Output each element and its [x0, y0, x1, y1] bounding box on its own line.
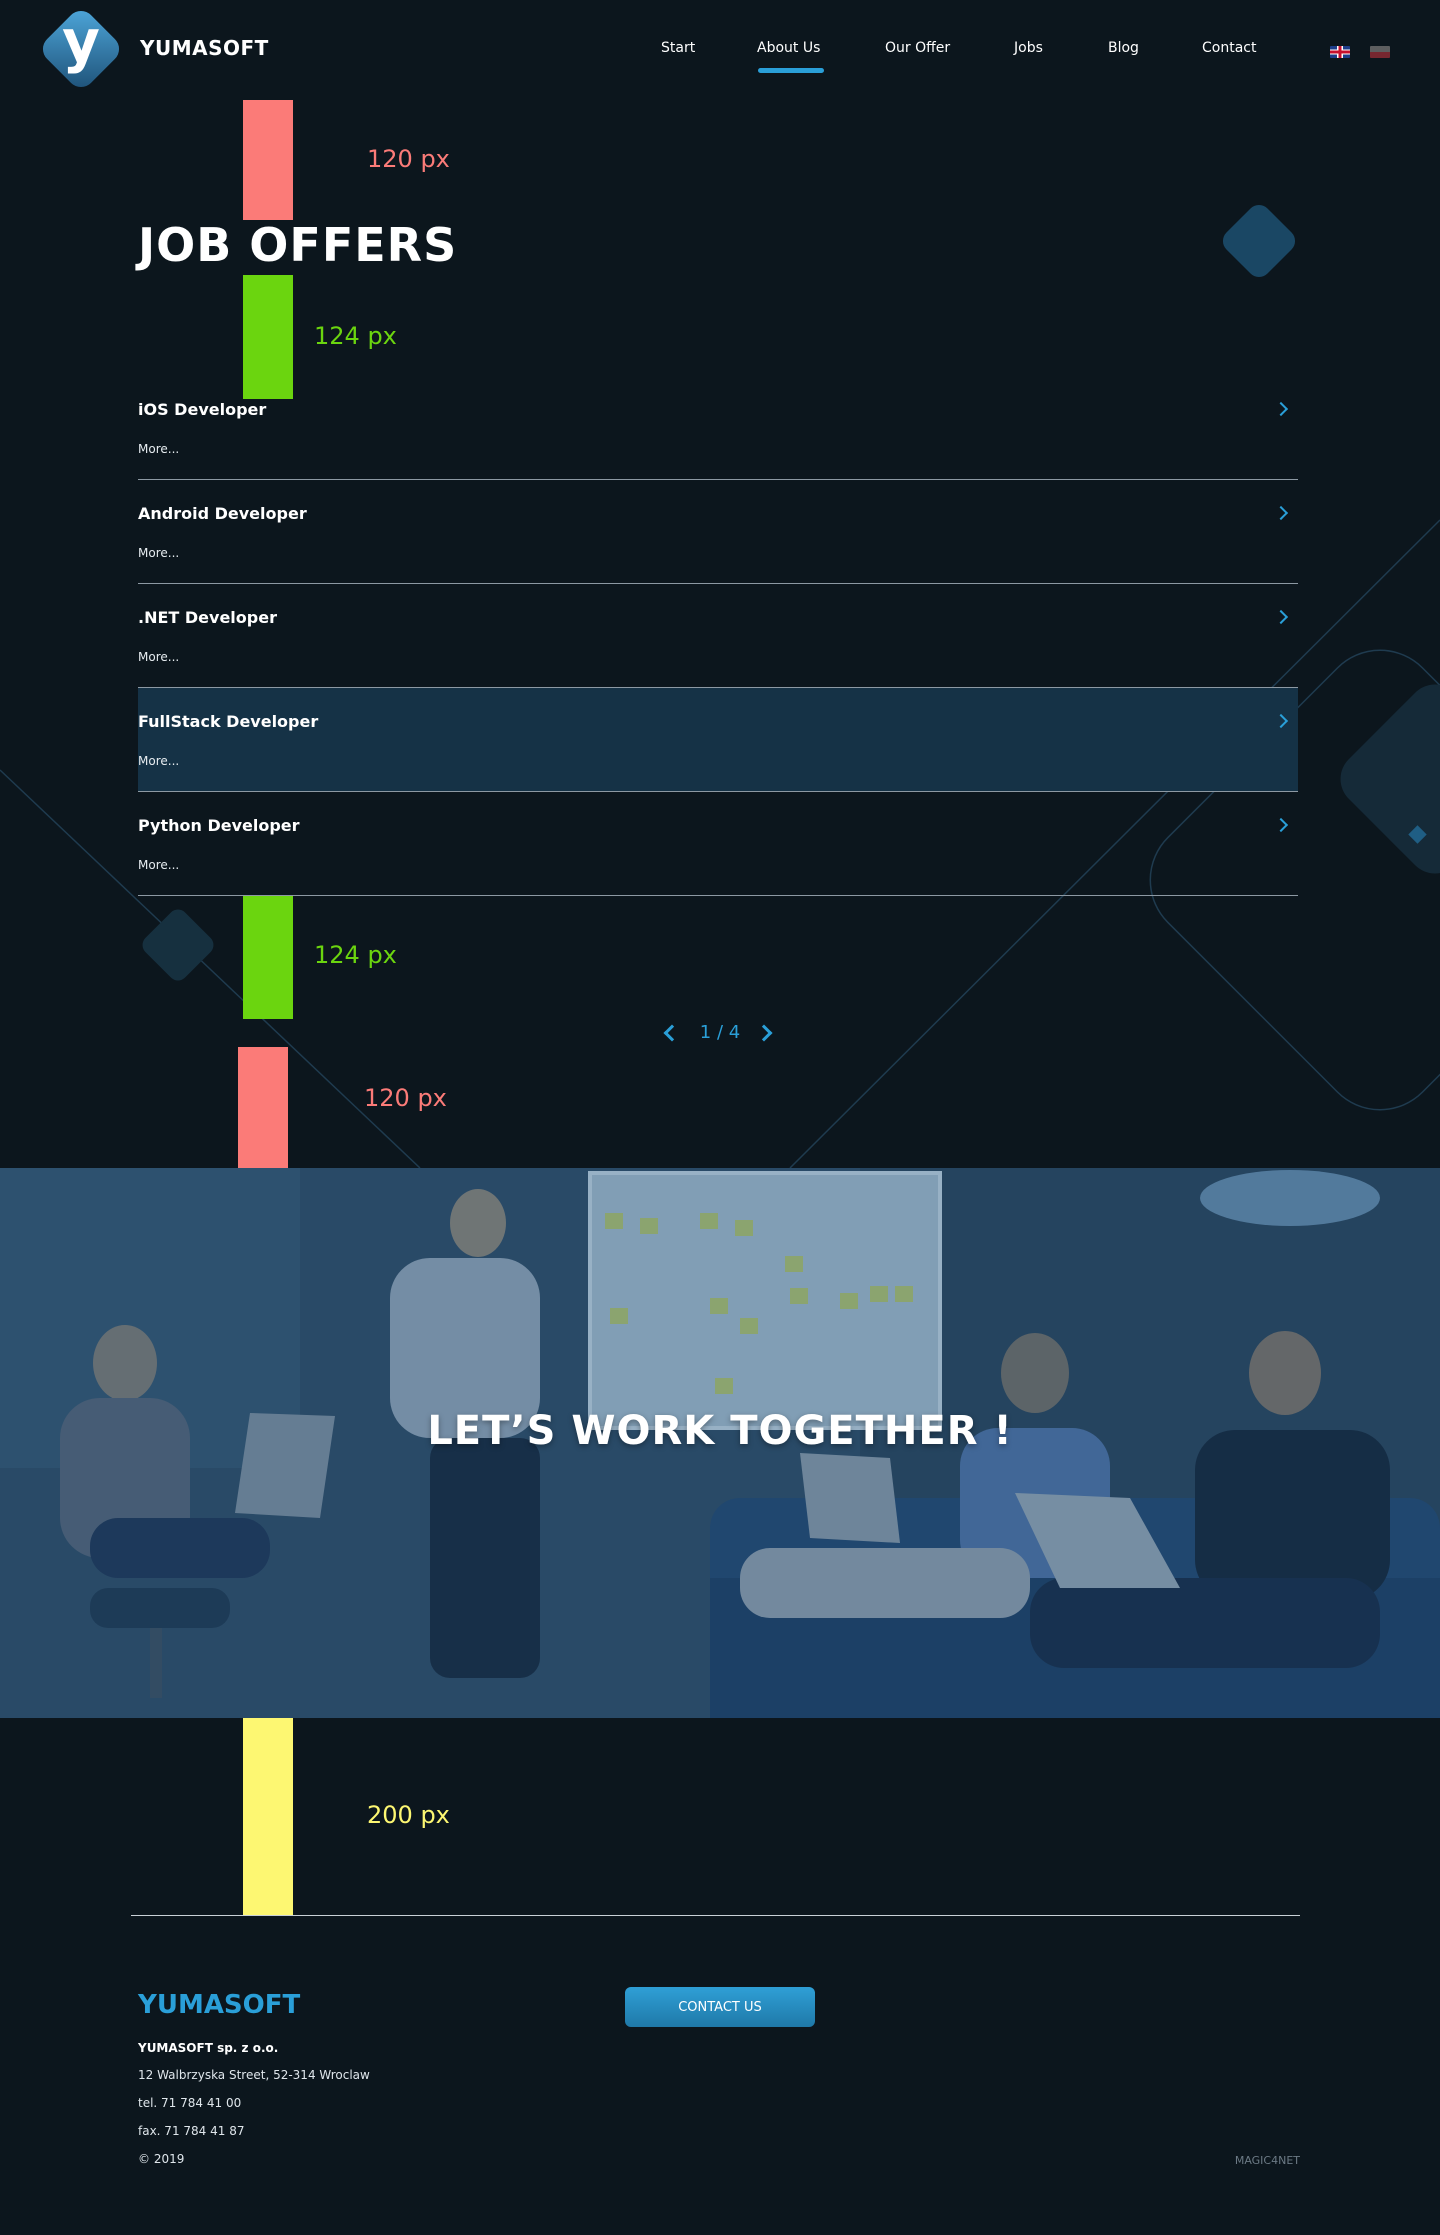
- nav-contact[interactable]: Contact: [1202, 40, 1256, 56]
- job-row-ios[interactable]: iOS Developer More...: [138, 376, 1298, 480]
- chevron-right-icon[interactable]: [1273, 401, 1289, 417]
- spacing-label-footer: 200 px: [367, 1801, 450, 1829]
- site-header: y YUMASOFT Start About Us Our Offer Jobs…: [0, 0, 1440, 100]
- footer-company-name: YUMASOFT sp. z o.o.: [138, 2041, 279, 2055]
- chevron-right-icon[interactable]: [1273, 713, 1289, 729]
- chevron-left-icon[interactable]: [663, 1024, 681, 1042]
- spacing-marker-footer: [243, 1718, 293, 1915]
- chevron-right-icon[interactable]: [1273, 505, 1289, 521]
- footer-credit-link[interactable]: MAGIC4NET: [1200, 2154, 1300, 2167]
- flag-uk-icon[interactable]: [1330, 46, 1350, 58]
- chevron-right-icon[interactable]: [1273, 609, 1289, 625]
- decor-diamond-small: [1408, 825, 1427, 844]
- job-row-android[interactable]: Android Developer More...: [138, 480, 1298, 584]
- job-more-link[interactable]: More...: [138, 546, 179, 560]
- decor-diamond-top: [1217, 199, 1301, 283]
- page-title: JOB OFFERS: [138, 218, 458, 272]
- pagination-counter: 1 / 4: [699, 1022, 741, 1043]
- footer-address: 12 Walbrzyska Street, 52-314 Wroclaw: [138, 2068, 370, 2082]
- chevron-right-icon[interactable]: [1273, 817, 1289, 833]
- job-more-link[interactable]: More...: [138, 858, 179, 872]
- team-photo-banner: LET’S WORK TOGETHER !: [0, 1168, 1440, 1718]
- job-title: Android Developer: [138, 504, 307, 523]
- chevron-right-icon[interactable]: [755, 1024, 773, 1042]
- banner-title: LET’S WORK TOGETHER !: [427, 1408, 1013, 1454]
- nav-our-offer[interactable]: Our Offer: [885, 40, 950, 56]
- job-more-link[interactable]: More...: [138, 650, 179, 664]
- nav-start[interactable]: Start: [661, 40, 695, 56]
- footer-divider: [131, 1915, 1300, 1916]
- job-row-dotnet[interactable]: .NET Developer More...: [138, 584, 1298, 688]
- nav-about-us[interactable]: About Us: [757, 40, 820, 56]
- spacing-label-bottom-inner: 124 px: [314, 941, 397, 969]
- spacing-marker-bottom-inner: [243, 895, 293, 1019]
- spacing-marker-bottom-outer: [238, 1047, 288, 1168]
- flag-pl-icon[interactable]: [1370, 46, 1390, 58]
- contact-us-button[interactable]: CONTACT US: [625, 1987, 815, 2027]
- job-more-link[interactable]: More...: [138, 442, 179, 456]
- footer-phone: tel. 71 784 41 00: [138, 2096, 242, 2110]
- spacing-label-top-outer: 120 px: [367, 145, 450, 173]
- spacing-marker-top-outer: [243, 100, 293, 220]
- job-title: .NET Developer: [138, 608, 277, 627]
- job-row-python[interactable]: Python Developer More...: [138, 792, 1298, 896]
- brand-name[interactable]: YUMASOFT: [140, 36, 269, 60]
- job-title: iOS Developer: [138, 400, 267, 419]
- nav-active-indicator: [758, 68, 824, 73]
- footer-copyright: © 2019: [138, 2152, 185, 2166]
- spacing-label-bottom-outer: 120 px: [364, 1084, 447, 1112]
- decor-diamond-right: [1328, 672, 1440, 886]
- decor-diamond-left: [138, 905, 218, 985]
- nav-jobs[interactable]: Jobs: [1014, 40, 1043, 56]
- footer-brand: YUMASOFT: [138, 1990, 301, 2020]
- job-row-fullstack[interactable]: FullStack Developer More...: [138, 688, 1298, 792]
- nav-blog[interactable]: Blog: [1108, 40, 1139, 56]
- logo-letter: y: [62, 7, 100, 75]
- spacing-label-top-inner: 124 px: [314, 322, 397, 350]
- job-title: FullStack Developer: [138, 712, 319, 731]
- footer-fax: fax. 71 784 41 87: [138, 2124, 245, 2138]
- job-more-link[interactable]: More...: [138, 754, 179, 768]
- job-title: Python Developer: [138, 816, 300, 835]
